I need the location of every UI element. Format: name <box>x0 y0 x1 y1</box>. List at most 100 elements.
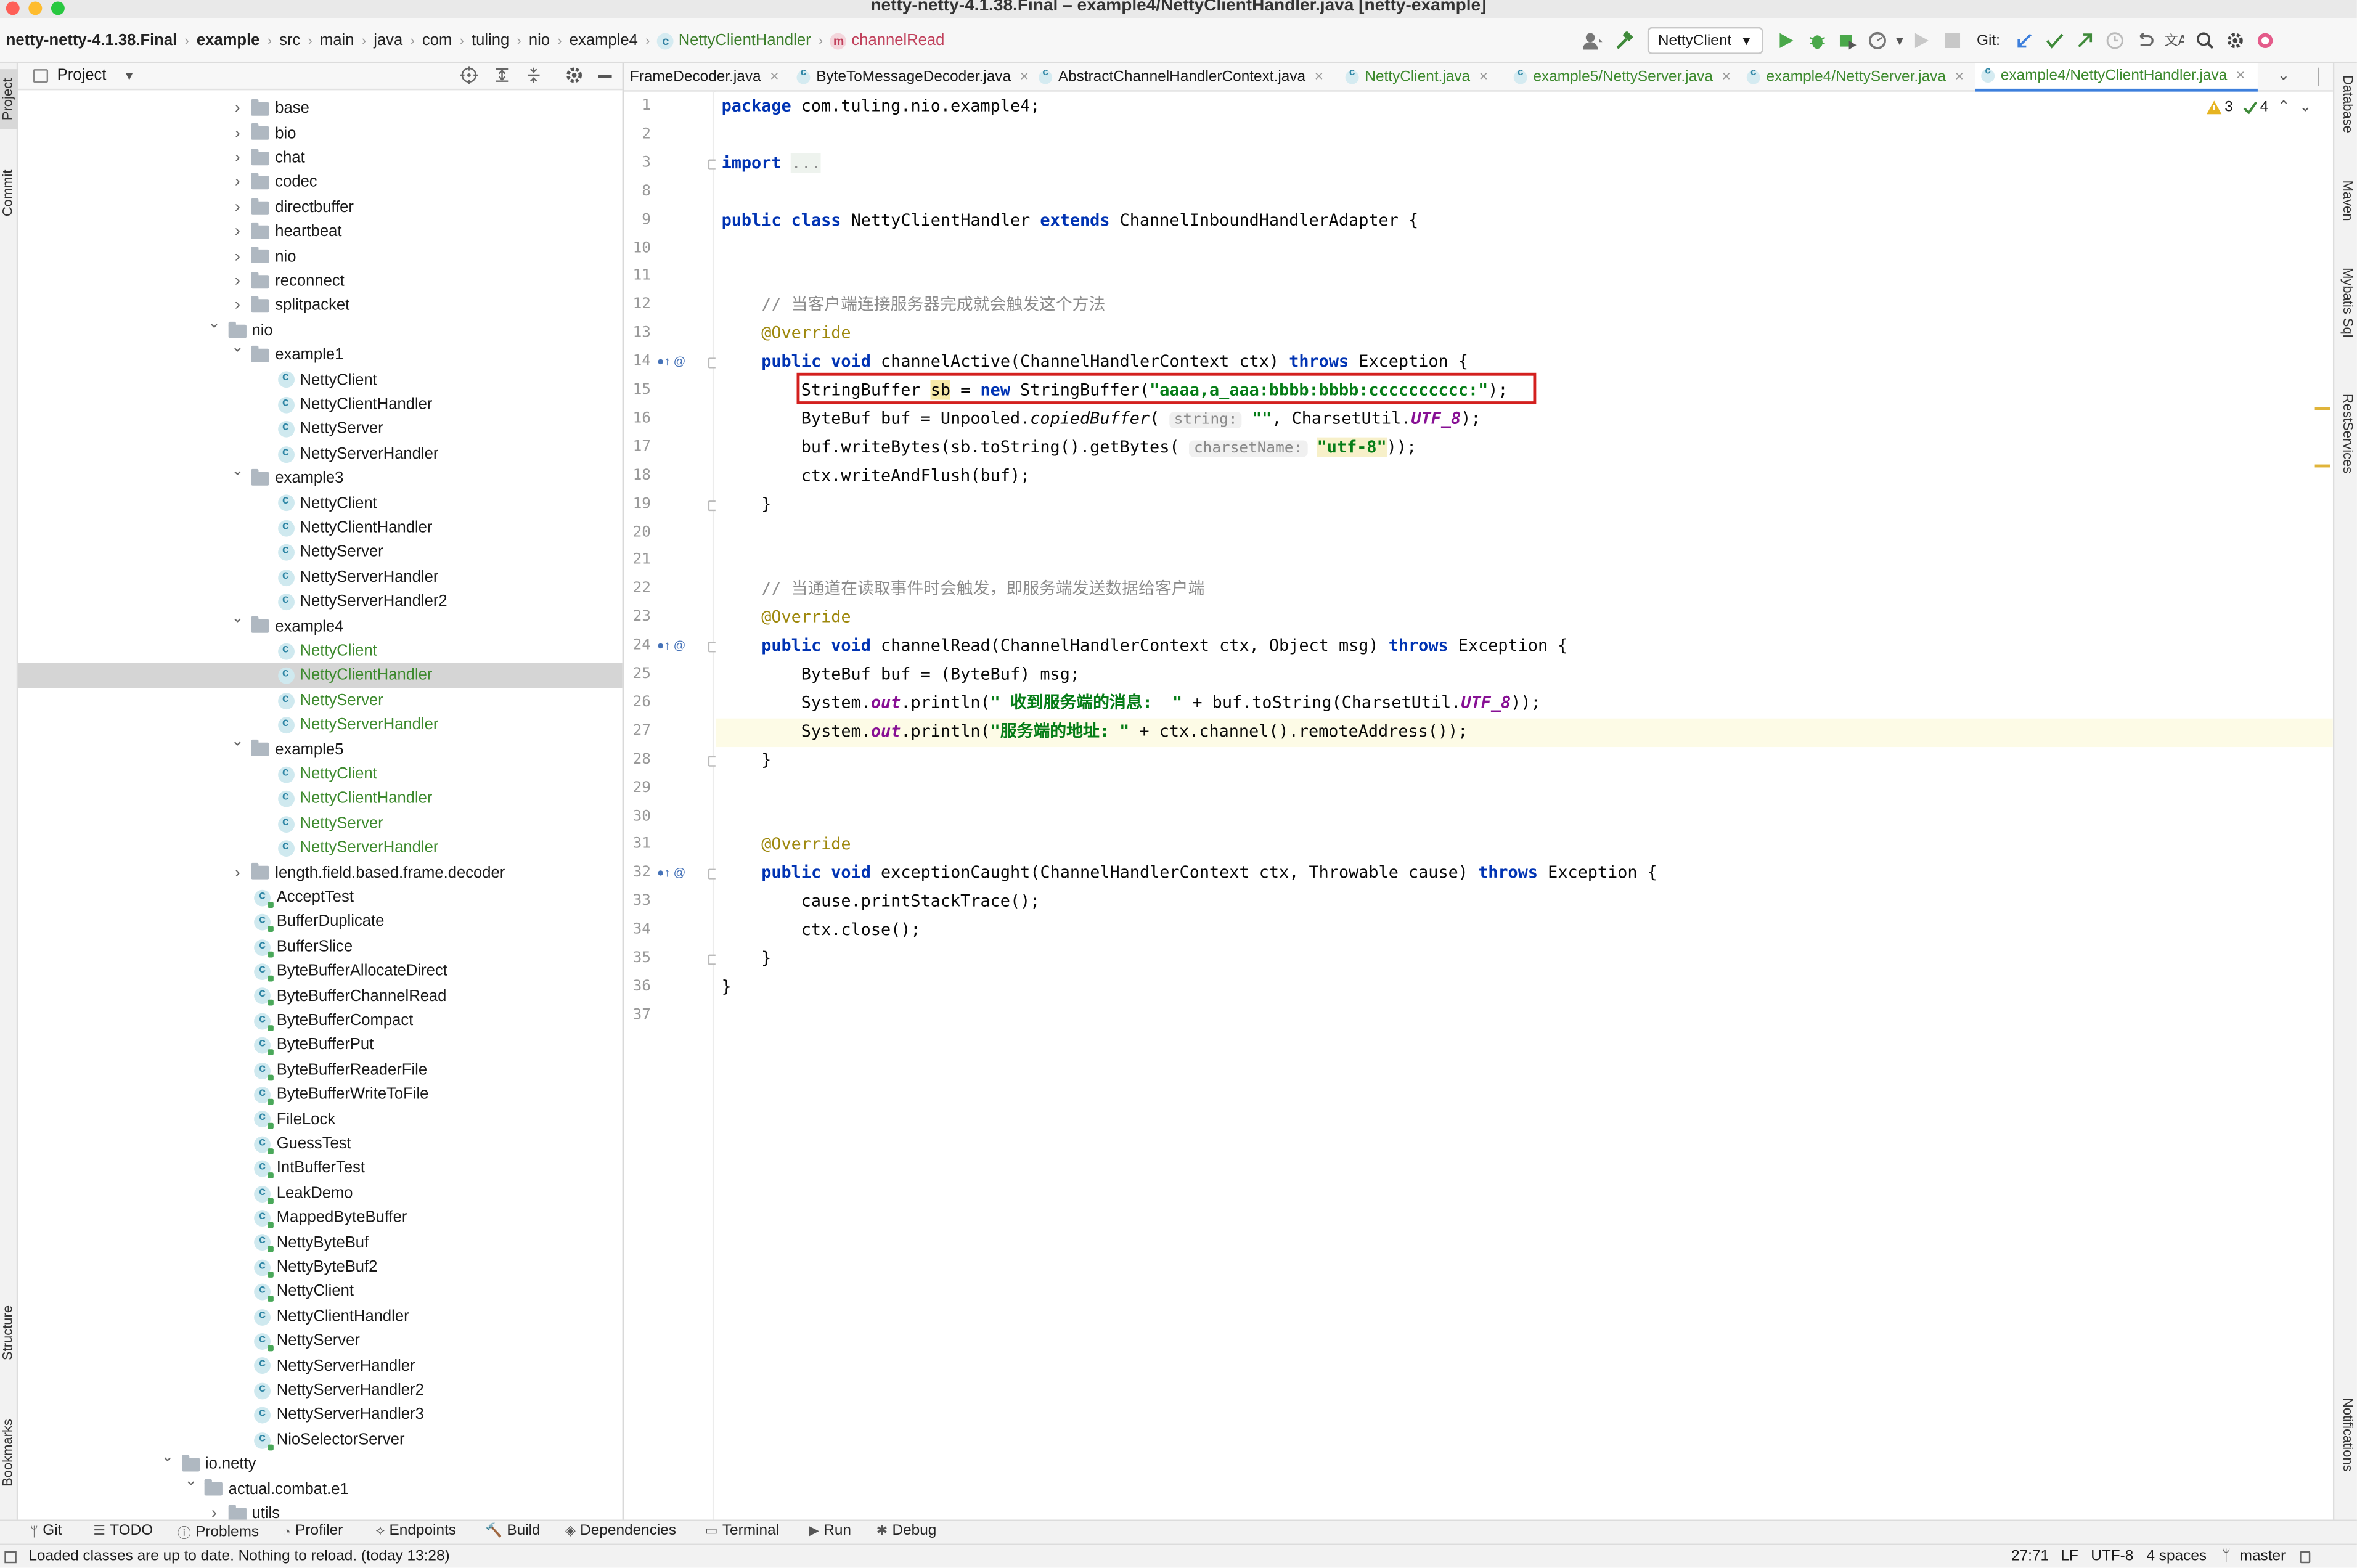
ok-indicator[interactable]: 4 <box>2242 99 2268 116</box>
line-number[interactable]: 24 <box>624 637 651 654</box>
scrollbar-warning-marker[interactable] <box>2314 464 2330 468</box>
tree-class[interactable]: NettyServer <box>18 1329 622 1354</box>
chevron-down-icon[interactable]: ⌄ <box>160 1449 175 1466</box>
line-number[interactable]: 10 <box>624 240 651 256</box>
code-line[interactable]: System.out.println("服务端的地址: " + ctx.chan… <box>722 718 1468 746</box>
tool-window-notifications[interactable]: Notifications <box>2337 1398 2355 1506</box>
tree-class[interactable]: NettyClientHandler <box>18 392 622 417</box>
breadcrumb-com[interactable]: com <box>422 31 452 49</box>
lock-icon[interactable] <box>2300 1551 2311 1564</box>
line-number[interactable]: 12 <box>624 296 651 313</box>
bottom-tool-git[interactable]: ᛘ Git <box>30 1522 62 1539</box>
code-line[interactable]: @Override <box>722 321 851 349</box>
tree-folder[interactable]: ⌄ example5 <box>18 734 622 762</box>
tree-class[interactable]: ByteBufferReaderFile <box>18 1058 622 1082</box>
line-number[interactable]: 37 <box>624 1007 651 1023</box>
caret-position[interactable]: 27:71 <box>2011 1548 2049 1565</box>
breadcrumb-example4[interactable]: example4 <box>570 31 638 49</box>
line-number[interactable]: 27 <box>624 723 651 740</box>
tree-class[interactable]: NettyServer <box>18 417 622 441</box>
status-toggle-icon[interactable] <box>4 1551 17 1564</box>
history-clock-icon[interactable] <box>2099 27 2130 54</box>
close-tab-icon[interactable]: × <box>1020 69 1029 86</box>
tree-class[interactable]: NioSelectorServer <box>18 1427 622 1452</box>
line-number[interactable]: 3 <box>624 155 651 171</box>
close-tab-icon[interactable]: × <box>770 69 778 86</box>
git-push-icon[interactable] <box>2070 27 2100 54</box>
editor-tab[interactable]: example4/NettyServer.java × <box>1741 63 1974 91</box>
tree-class[interactable]: NettyClient <box>18 762 622 786</box>
code-line[interactable]: System.out.println(" 收到服务端的消息: " + buf.t… <box>722 690 1541 718</box>
code-line[interactable]: } <box>722 974 732 1002</box>
line-number[interactable]: 16 <box>624 410 651 427</box>
tool-window-mybatis-sql[interactable]: Mybatis Sql <box>2337 267 2355 367</box>
code-line[interactable]: import ... <box>722 150 821 178</box>
close-tab-icon[interactable]: × <box>1955 69 1964 86</box>
bottom-tool-endpoints[interactable]: ⟡ Endpoints <box>376 1522 456 1539</box>
code-editor[interactable]: package com.tuling.nio.example4; import .… <box>715 91 2333 1520</box>
chevron-right-icon[interactable]: › <box>230 864 245 881</box>
code-line[interactable]: buf.writeBytes(sb.toString().getBytes( c… <box>722 434 1416 462</box>
tree-class[interactable]: GuessTest <box>18 1132 622 1156</box>
settings-gear-icon[interactable] <box>565 66 583 89</box>
code-line[interactable]: ctx.writeAndFlush(buf); <box>722 462 1031 491</box>
code-line[interactable]: // 当客户端连接服务器完成就会触发这个方法 <box>722 292 1105 321</box>
tree-class[interactable]: FileLock <box>18 1107 622 1132</box>
close-tab-icon[interactable]: × <box>2236 68 2245 84</box>
line-number[interactable]: 25 <box>624 666 651 682</box>
breadcrumb-src[interactable]: src <box>279 31 300 49</box>
chevron-right-icon[interactable]: › <box>230 296 245 314</box>
bottom-tool-profiler[interactable]: ◔ Profiler <box>282 1522 343 1539</box>
tree-class[interactable]: ByteBufferAllocateDirect <box>18 959 622 984</box>
tree-folder[interactable]: ⌄ example1 <box>18 340 622 367</box>
tree-class[interactable]: NettyServer <box>18 811 622 836</box>
chevron-down-icon[interactable]: ⌄ <box>206 315 221 332</box>
chevron-down-icon[interactable]: ⌄ <box>2277 68 2290 84</box>
chevron-down-icon[interactable]: ⌄ <box>230 734 245 751</box>
line-number[interactable]: 20 <box>624 524 651 541</box>
tree-class[interactable]: ByteBufferWriteToFile <box>18 1082 622 1107</box>
project-panel-title[interactable]: Project <box>57 66 107 84</box>
line-number[interactable]: 35 <box>624 950 651 966</box>
settings-gear-icon[interactable] <box>2220 27 2250 54</box>
bottom-tool-problems[interactable]: ⓘ Problems <box>178 1522 259 1542</box>
line-number[interactable]: 9 <box>624 211 651 228</box>
tool-window-bookmarks[interactable]: Bookmarks <box>0 1408 18 1495</box>
code-line[interactable]: } <box>722 491 771 519</box>
override-marker-icon[interactable]: ●↑ @ <box>657 355 686 369</box>
tree-class[interactable]: ByteBufferCompact <box>18 1008 622 1033</box>
rollback-icon[interactable] <box>2130 27 2160 54</box>
locate-file-icon[interactable] <box>460 66 478 89</box>
breadcrumb-class[interactable]: NettyClientHandler <box>679 31 811 49</box>
bottom-tool-debug[interactable]: ✱ Debug <box>876 1522 937 1539</box>
tree-class[interactable]: NettyClientHandler <box>18 1304 622 1329</box>
tree-class[interactable]: NettyClient <box>18 367 622 392</box>
line-number[interactable]: 29 <box>624 780 651 796</box>
line-number[interactable]: 34 <box>624 921 651 938</box>
tree-class[interactable]: NettyClientHandler <box>18 515 622 540</box>
tree-class[interactable]: NettyByteBuf2 <box>18 1255 622 1280</box>
tree-class[interactable]: ByteBufferPut <box>18 1033 622 1058</box>
tree-folder[interactable]: › splitpacket <box>18 293 622 318</box>
line-number[interactable]: 22 <box>624 581 651 597</box>
stop-icon[interactable] <box>1937 27 1967 54</box>
tree-class[interactable]: BufferDuplicate <box>18 910 622 934</box>
chevron-right-icon[interactable]: › <box>230 149 245 166</box>
line-number[interactable]: 1 <box>624 98 651 115</box>
tree-folder[interactable]: ⌄ actual.combat.e1 <box>18 1474 622 1501</box>
debug-bug-icon[interactable] <box>1802 27 1832 54</box>
tool-window-structure[interactable]: Structure <box>0 1296 18 1371</box>
line-number[interactable]: 8 <box>624 183 651 200</box>
tree-class[interactable]: ByteBufferChannelRead <box>18 984 622 1008</box>
tree-class[interactable]: NettyServerHandler3 <box>18 1403 622 1427</box>
line-number[interactable]: 17 <box>624 439 651 455</box>
more-tabs-icon[interactable] <box>2318 67 2327 86</box>
bottom-tool-run[interactable]: ▶ Run <box>809 1522 851 1539</box>
code-line[interactable]: @Override <box>722 832 851 860</box>
profile-icon[interactable] <box>1862 27 1892 54</box>
editor-tab[interactable]: NettyClient.java × <box>1339 63 1506 91</box>
git-commit-check-icon[interactable] <box>2040 27 2070 54</box>
breadcrumb-main[interactable]: main <box>320 31 354 49</box>
build-hammer-icon[interactable] <box>1608 27 1638 54</box>
collapse-all-icon[interactable] <box>525 66 542 89</box>
